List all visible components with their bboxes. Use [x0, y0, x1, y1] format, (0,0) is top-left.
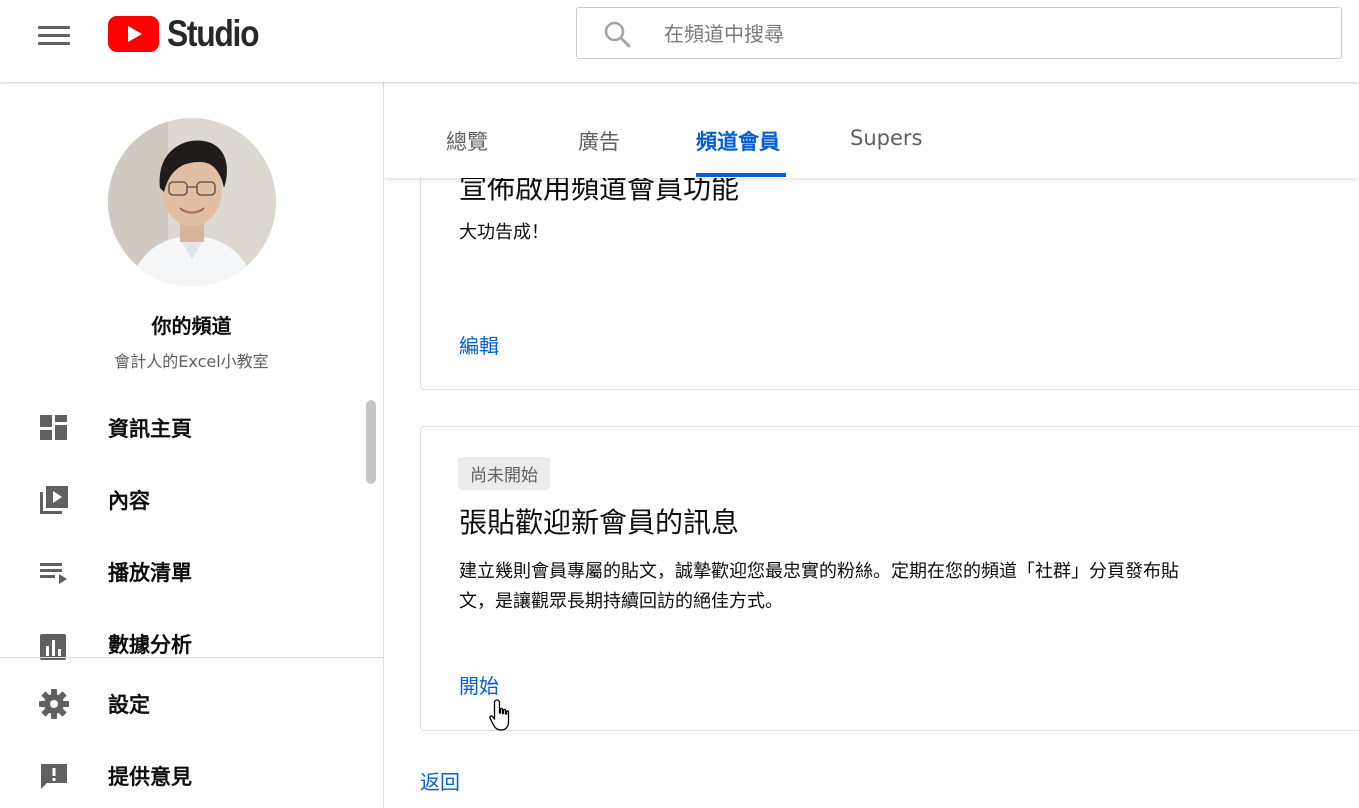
dashboard-icon: [40, 415, 67, 440]
youtube-play-icon: [108, 16, 159, 52]
status-badge: 尚未開始: [458, 457, 550, 490]
card-text: 大功告成！: [459, 222, 549, 243]
video-library-icon: [40, 486, 68, 514]
hamburger-menu-icon[interactable]: [38, 22, 70, 48]
tab-ads[interactable]: 廣告: [578, 126, 620, 156]
card-text-line-2: 文，是讓觀眾長期持續回訪的絕佳方式。: [459, 591, 783, 612]
sidebar-item-analytics[interactable]: 數據分析: [0, 616, 370, 672]
search-icon[interactable]: [603, 20, 631, 48]
sidebar-item-dashboard[interactable]: 資訊主頁: [0, 400, 370, 456]
gear-icon: [39, 689, 69, 719]
sidebar: 你的頻道 會計人的Excel小教室 資訊主頁 內容 播放清單 數據分析 設定 提…: [0, 82, 384, 808]
card-title: 張貼歡迎新會員的訊息: [459, 506, 740, 539]
sidebar-item-label: 數據分析: [108, 633, 192, 657]
playlist-icon: [40, 563, 67, 584]
welcome-message-card: 尚未開始 張貼歡迎新會員的訊息 建立幾則會員專屬的貼文，誠摯歡迎您最忠實的粉絲。…: [420, 426, 1359, 731]
youtube-studio-logo[interactable]: Studio: [108, 14, 273, 54]
sidebar-item-label: 內容: [108, 489, 150, 513]
tab-bar: 總覽 廣告 頻道會員 Supers: [384, 82, 1359, 178]
back-link[interactable]: 返回: [420, 766, 460, 795]
active-tab-indicator: [696, 173, 786, 177]
edit-link[interactable]: 編輯: [459, 330, 499, 359]
channel-name: 會計人的Excel小教室: [114, 352, 269, 371]
card-text-line-1: 建立幾則會員專屬的貼文，誠摯歡迎您最忠實的粉絲。定期在您的頻道「社群」分頁發布貼: [459, 561, 1179, 582]
channel-title: 你的頻道: [151, 314, 232, 338]
sidebar-item-label: 資訊主頁: [108, 417, 192, 441]
tab-supers[interactable]: Supers: [850, 126, 922, 150]
analytics-icon: [40, 634, 66, 660]
sidebar-item-settings[interactable]: 設定: [0, 676, 370, 732]
sidebar-item-label: 播放清單: [108, 561, 192, 585]
channel-avatar[interactable]: [108, 118, 276, 286]
sidebar-scrollbar[interactable]: [366, 400, 376, 484]
tab-memberships[interactable]: 頻道會員: [696, 126, 780, 156]
sidebar-item-label: 設定: [108, 693, 150, 717]
main-content: 總覽 廣告 頻道會員 Supers 宣佈啟用頻道會員功能 大功告成！ 編輯 尚未…: [384, 82, 1359, 808]
sidebar-item-label: 提供意見: [108, 765, 192, 789]
top-bar: Studio: [0, 0, 1359, 82]
feedback-icon: [41, 764, 67, 789]
sidebar-divider: [0, 657, 383, 658]
logo-text: Studio: [167, 13, 260, 54]
avatar-photo: [108, 118, 276, 286]
tab-overview[interactable]: 總覽: [446, 126, 488, 156]
sidebar-item-feedback[interactable]: 提供意見: [0, 748, 370, 804]
search-box[interactable]: [576, 7, 1342, 59]
sidebar-item-playlists[interactable]: 播放清單: [0, 544, 370, 600]
sidebar-item-content[interactable]: 內容: [0, 472, 370, 528]
hand-cursor-icon: [489, 699, 510, 731]
search-input[interactable]: [662, 18, 1266, 50]
start-link[interactable]: 開始: [459, 670, 499, 699]
